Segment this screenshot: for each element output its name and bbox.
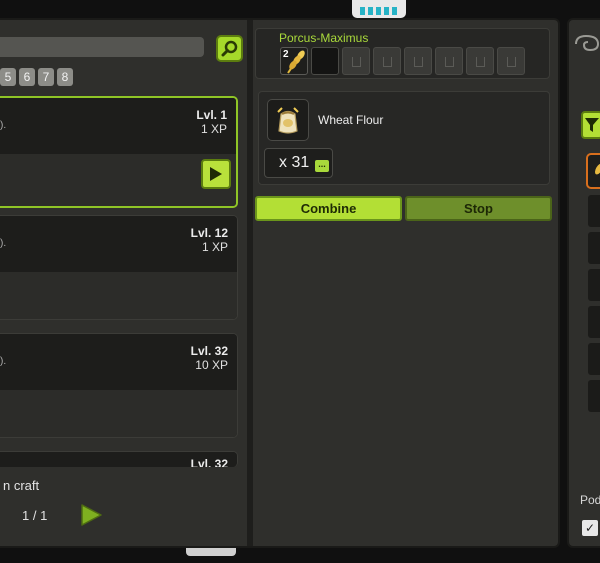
inventory-slots: 2 bbox=[280, 47, 525, 75]
recipe-xp: 10 XP bbox=[195, 358, 228, 372]
search-button[interactable] bbox=[216, 35, 243, 62]
wheat-icon bbox=[595, 163, 600, 175]
recipe-card[interactable]: ). Lvl. 12 1 XP bbox=[0, 215, 238, 320]
recipe-slot[interactable] bbox=[588, 343, 600, 375]
recipe-header: ). Lvl. 1 1 XP bbox=[0, 98, 236, 154]
filter-button[interactable] bbox=[581, 111, 600, 139]
pod-label: Pod bbox=[580, 493, 600, 507]
lock-icon bbox=[383, 57, 392, 67]
lock-icon bbox=[445, 57, 454, 67]
recipe-slot[interactable] bbox=[588, 195, 600, 227]
pod-checkbox[interactable]: ✓ bbox=[582, 520, 598, 536]
recipe-slot[interactable] bbox=[588, 306, 600, 338]
filter-icon bbox=[585, 118, 599, 132]
inventory-slot-locked bbox=[497, 47, 525, 75]
recipe-ingredients bbox=[0, 390, 237, 437]
recipe-level: Lvl. 32 bbox=[190, 457, 228, 467]
recipe-ingredients bbox=[0, 272, 237, 319]
search-input[interactable] bbox=[0, 37, 204, 57]
recipe-level: Lvl. 32 bbox=[190, 344, 228, 358]
lock-icon bbox=[414, 57, 423, 67]
recipe-card-selected[interactable]: ). Lvl. 1 1 XP bbox=[0, 96, 238, 208]
stop-button[interactable]: Stop bbox=[405, 196, 552, 221]
inventory-slot-locked bbox=[373, 47, 401, 75]
recipe-level: Lvl. 1 bbox=[196, 108, 227, 122]
recipe-desc: ). bbox=[0, 238, 7, 249]
craft-count-label: n craft bbox=[3, 478, 40, 493]
inventory-slot-locked bbox=[404, 47, 432, 75]
wheat-icon bbox=[287, 50, 305, 74]
column-divider bbox=[247, 20, 253, 546]
play-button[interactable] bbox=[201, 159, 231, 189]
recipe-card[interactable]: ). Lvl. 32 10 XP bbox=[0, 333, 238, 438]
result-item-name: Wheat Flour bbox=[318, 113, 384, 127]
page-button[interactable]: 7 bbox=[38, 68, 54, 86]
recipe-desc: ). bbox=[0, 356, 7, 367]
recipe-ingredients bbox=[0, 154, 236, 206]
recipe-header: ). Lvl. 32 10 XP bbox=[0, 334, 237, 390]
play-icon bbox=[210, 167, 222, 181]
swirl-icon bbox=[575, 34, 600, 52]
inventory-slot[interactable]: 2 bbox=[280, 47, 308, 75]
tab-stripe bbox=[360, 7, 398, 15]
inventory-slot-locked bbox=[435, 47, 463, 75]
page-button[interactable]: 8 bbox=[57, 68, 73, 86]
quantity-edit-button[interactable]: ... bbox=[315, 160, 329, 172]
recipe-xp: 1 XP bbox=[201, 240, 228, 254]
recipe-xp: 1 XP bbox=[200, 122, 227, 136]
selected-recipe-slot[interactable] bbox=[586, 153, 600, 189]
inventory-slot-locked bbox=[466, 47, 494, 75]
recipe-slot[interactable] bbox=[588, 269, 600, 301]
next-page-arrow-icon[interactable] bbox=[79, 503, 103, 527]
lock-icon bbox=[476, 57, 485, 67]
page-selector: 5 6 7 8 bbox=[0, 68, 73, 86]
recipe-card[interactable]: Lvl. 32 bbox=[0, 451, 238, 467]
recipe-slot[interactable] bbox=[588, 232, 600, 264]
combine-button[interactable]: Combine bbox=[255, 196, 402, 221]
lock-icon bbox=[352, 57, 361, 67]
page-button[interactable]: 6 bbox=[19, 68, 35, 86]
result-item-slot[interactable] bbox=[267, 99, 309, 141]
character-name: Porcus-Maximus bbox=[279, 31, 369, 45]
quantity-value: x 31 bbox=[279, 154, 310, 171]
recipe-desc: ). bbox=[0, 120, 7, 131]
pager-text: 1 / 1 bbox=[22, 508, 48, 523]
recipe-header: ). Lvl. 12 1 XP bbox=[0, 216, 237, 272]
recipe-level: Lvl. 12 bbox=[190, 226, 228, 240]
recipe-header: Lvl. 32 bbox=[0, 452, 237, 467]
top-tab-handle[interactable] bbox=[352, 0, 406, 18]
bottom-tab-handle[interactable] bbox=[186, 548, 236, 556]
search-icon bbox=[221, 40, 237, 56]
flour-sack-icon bbox=[277, 107, 299, 134]
inventory-slot[interactable] bbox=[311, 47, 339, 75]
inventory-slot-locked bbox=[342, 47, 370, 75]
recipe-slot[interactable] bbox=[588, 380, 600, 412]
page-button[interactable]: 5 bbox=[0, 68, 16, 86]
lock-icon bbox=[507, 57, 516, 67]
